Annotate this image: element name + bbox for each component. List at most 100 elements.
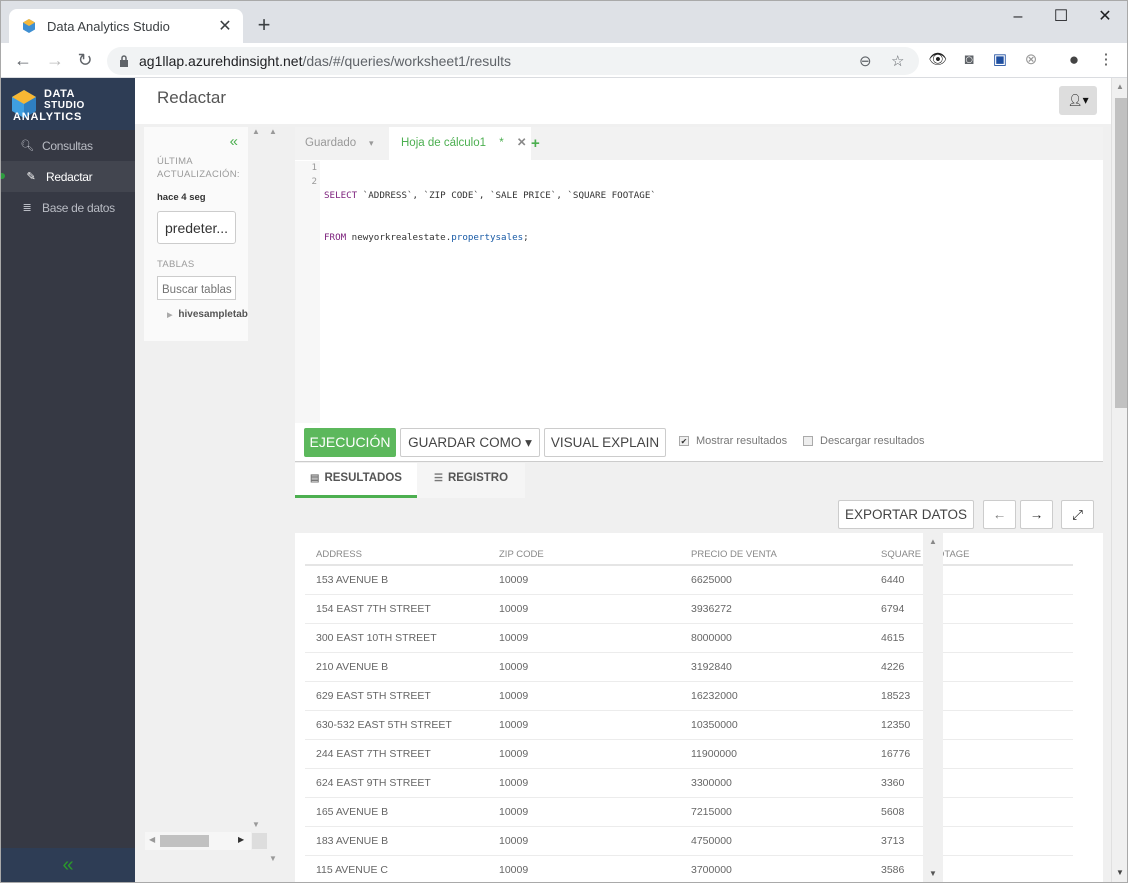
lock-icon (120, 55, 128, 67)
tab-log[interactable]: ☰ REGISTRO (417, 463, 525, 498)
tables-search-input[interactable] (157, 276, 236, 300)
table-row[interactable]: 630-532 EAST 5TH STREET 10009 10350000 1235… (305, 710, 1073, 740)
tab-strip: Data Analytics Studio ✕ + – ☐ ✕ (1, 1, 1127, 43)
table-row[interactable]: 624 EAST 9TH STREET 10009 3300000 3360 (305, 768, 1073, 798)
table-row[interactable]: 153 AVENUE B 10009 6625000 6440 (305, 565, 1073, 595)
show-results-checkbox[interactable]: ✔ Mostrar resultados (679, 435, 787, 447)
scroll-up-icon: ▲ (929, 537, 937, 546)
save-as-button[interactable]: GUARDAR COMO ▾ (400, 428, 540, 457)
das-favicon-icon (23, 19, 35, 33)
sidebar-item-consultas[interactable]: 🔍︎ Consultas (1, 130, 135, 161)
browser-tab[interactable]: Data Analytics Studio ✕ (9, 9, 243, 43)
cell-sale-price: 16232000 (688, 681, 878, 711)
scroll-right-icon: ▶ (238, 835, 245, 844)
last-update-label: ÚLTIMA (157, 156, 193, 167)
tab-worksheet1[interactable]: Hoja de cálculo1 * ✕ (389, 127, 531, 160)
forward-button[interactable]: → (41, 47, 69, 73)
code-editor[interactable]: 1 2 SELECT `ADDRESS`, `ZIP CODE`, `SALE … (295, 161, 1103, 423)
sidebar-item-redactar[interactable]: ✎ Redactar (1, 161, 135, 192)
download-results-checkbox[interactable]: Descargar resultados (803, 435, 925, 447)
camera-extension-icon[interactable]: ◙ (958, 50, 980, 70)
previous-page-button[interactable]: ← (983, 500, 1016, 529)
maximize-button[interactable]: ☐ (1041, 5, 1081, 29)
scrollbar-thumb[interactable] (1115, 98, 1127, 408)
results-table-container: ADDRESS ZIP CODE PRECIO DE VENTA SQUARE … (295, 533, 1103, 882)
table-row[interactable]: 629 EAST 5TH STREET 10009 16232000 18523 (305, 681, 1073, 711)
cell-address: 153 AVENUE B (305, 565, 496, 595)
column-header-address[interactable]: ADDRESS (305, 545, 496, 566)
cell-zip-code: 10009 (496, 797, 688, 827)
visual-explain-button[interactable]: VISUAL EXPLAIN (544, 428, 666, 457)
record-extension-icon[interactable]: ▣ (989, 50, 1011, 70)
expand-icon[interactable]: ⤢ (1061, 500, 1094, 529)
collapse-panel-icon[interactable]: « (230, 133, 238, 150)
keyword: FROM (324, 232, 347, 243)
code-text: ; (523, 232, 529, 243)
cell-address: 154 EAST 7TH STREET (305, 594, 496, 624)
sidebar: DATA STUDIO ANALYTICS 🔍︎ Consultas ✎ Red… (1, 78, 135, 882)
database-select[interactable]: predeter... (157, 211, 236, 244)
cell-zip-code: 10009 (496, 855, 688, 882)
results-scrollbar[interactable]: ▲ ▼ (923, 533, 943, 882)
cell-zip-code: 10009 (496, 565, 688, 595)
cell-address: 300 EAST 10TH STREET (305, 623, 496, 653)
run-button[interactable]: EJECUCIÓN (304, 428, 396, 457)
scroll-corner (252, 833, 267, 849)
column-header-zip-code[interactable]: ZIP CODE (496, 545, 688, 566)
das-logo[interactable]: DATA STUDIO ANALYTICS (1, 78, 135, 130)
table-row[interactable]: 183 AVENUE B 10009 4750000 3713 (305, 826, 1073, 856)
last-update-value: hace 4 seg (157, 192, 206, 203)
table-tree-item[interactable]: ▶ hivesampletable (167, 309, 248, 320)
cell-address: 165 AVENUE B (305, 797, 496, 827)
close-tab-icon[interactable]: ✕ (217, 16, 233, 36)
table-identifier: propertysales (451, 232, 524, 243)
back-button[interactable]: ← (9, 47, 37, 73)
table-row[interactable]: 154 EAST 7TH STREET 10009 3936272 6794 (305, 594, 1073, 624)
profile-icon[interactable]: ● (1063, 50, 1085, 70)
zoom-out-icon[interactable]: ⊖ (859, 52, 872, 70)
reload-button[interactable]: ↻ (71, 47, 99, 73)
cell-address: 629 EAST 5TH STREET (305, 681, 496, 711)
address-bar[interactable]: ag1llap.azurehdinsight.net/das/#/queries… (107, 47, 919, 75)
panel-scrollbar[interactable]: ▲ ▲ ▼ ▼ (249, 127, 283, 863)
close-worksheet-icon[interactable]: ✕ (517, 137, 527, 149)
collapse-sidebar-button[interactable]: « (1, 848, 135, 882)
next-page-button[interactable]: → (1020, 500, 1053, 529)
user-menu-button[interactable]: 👤︎▾ (1059, 86, 1097, 115)
export-data-button[interactable]: EXPORTAR DATOS (838, 500, 974, 529)
column-header-square-footage[interactable]: SQUARE FOOTAGE (878, 545, 1073, 566)
minimize-button[interactable]: – (998, 5, 1038, 29)
cell-square-footage: 5608 (878, 797, 1073, 827)
sidebar-item-base-de-datos[interactable]: ≣ Base de datos (1, 192, 135, 223)
tab-saved[interactable]: Guardado ▾ (305, 127, 373, 160)
tab-results[interactable]: ▤ RESULTADOS (295, 463, 417, 498)
page-scrollbar[interactable]: ▲ ▼ (1111, 78, 1127, 882)
cell-sale-price: 8000000 (688, 623, 878, 653)
table-row[interactable]: 165 AVENUE B 10009 7215000 5608 (305, 797, 1073, 827)
scroll-down-icon: ▼ (269, 854, 277, 863)
column-header-sale-price[interactable]: PRECIO DE VENTA (688, 545, 878, 566)
blocked-extension-icon[interactable]: ⊗ (1020, 50, 1042, 70)
cell-square-footage: 6440 (878, 565, 1073, 595)
last-update-label-2: ACTUALIZACIÓN: (157, 169, 240, 180)
table-row[interactable]: 244 EAST 7TH STREET 10009 11900000 16776 (305, 739, 1073, 769)
new-tab-button[interactable]: + (253, 13, 275, 37)
cell-square-footage: 12350 (878, 710, 1073, 740)
panel-horizontal-scrollbar[interactable]: ◀ ▶ (145, 832, 251, 850)
logo-text-analytics: ANALYTICS (13, 111, 83, 123)
cell-address: 183 AVENUE B (305, 826, 496, 856)
table-row[interactable]: 300 EAST 10TH STREET 10009 8000000 4615 (305, 623, 1073, 653)
table-row[interactable]: 115 AVENUE C 10009 3700000 3586 (305, 855, 1073, 882)
bookmark-star-icon[interactable]: ☆ (891, 52, 904, 70)
code-text: newyorkrealestate. (346, 232, 452, 243)
close-window-button[interactable]: ✕ (1085, 5, 1125, 29)
add-worksheet-icon[interactable]: + (531, 127, 540, 160)
cell-zip-code: 10009 (496, 623, 688, 653)
menu-kebab-icon[interactable]: ⋮ (1095, 50, 1117, 70)
cell-zip-code: 10009 (496, 652, 688, 682)
cell-zip-code: 10009 (496, 594, 688, 624)
cell-sale-price: 4750000 (688, 826, 878, 856)
scrollbar-thumb[interactable] (160, 835, 209, 847)
table-row[interactable]: 210 AVENUE B 10009 3192840 4226 (305, 652, 1073, 682)
eye-extension-icon[interactable]: 👁 (927, 50, 949, 70)
